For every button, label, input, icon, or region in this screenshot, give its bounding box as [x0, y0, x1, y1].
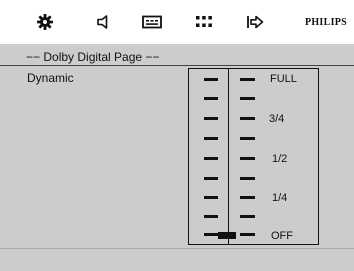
- level-label-1-4[interactable]: 1/4: [272, 192, 287, 204]
- slider-tick: [204, 157, 218, 160]
- gear-icon[interactable]: [34, 8, 56, 36]
- title-divider: [0, 65, 354, 66]
- slider-tick: [240, 97, 255, 100]
- dynamic-range-slider[interactable]: FULL 3/4 1/2 1/4 OFF: [188, 68, 319, 245]
- slider-tick: [240, 78, 255, 81]
- slider-knob[interactable]: [218, 232, 236, 239]
- brand-logo: PHILIPS: [304, 16, 348, 28]
- slider-tick: [204, 233, 218, 236]
- toolbar-divider: [0, 44, 354, 46]
- exit-icon[interactable]: [243, 8, 267, 36]
- slider-tick: [204, 78, 218, 81]
- level-label-1-2[interactable]: 1/2: [272, 153, 287, 165]
- slider-tick: [240, 215, 255, 218]
- slider-tick: [204, 97, 218, 100]
- page-title: −− Dolby Digital Page −−: [26, 50, 160, 64]
- grid-icon[interactable]: [193, 8, 215, 36]
- toolbar: PHILIPS: [0, 0, 354, 44]
- level-label-full[interactable]: FULL: [270, 73, 297, 85]
- slider-track: [228, 69, 229, 244]
- level-label-3-4[interactable]: 3/4: [269, 113, 284, 125]
- slider-tick: [240, 157, 255, 160]
- slider-tick: [204, 196, 218, 199]
- bottom-divider: [0, 248, 354, 249]
- slider-tick: [240, 196, 255, 199]
- slider-tick: [204, 137, 218, 140]
- slider-tick: [240, 117, 255, 120]
- speaker-icon[interactable]: [92, 8, 114, 36]
- slider-tick: [204, 215, 218, 218]
- level-label-off[interactable]: OFF: [271, 230, 293, 242]
- subtitle-icon[interactable]: [140, 8, 164, 36]
- slider-tick: [204, 177, 218, 180]
- slider-tick: [240, 177, 255, 180]
- slider-tick: [204, 117, 218, 120]
- setting-label-dynamic: Dynamic: [27, 71, 74, 85]
- slider-tick: [240, 137, 255, 140]
- slider-tick: [240, 233, 255, 236]
